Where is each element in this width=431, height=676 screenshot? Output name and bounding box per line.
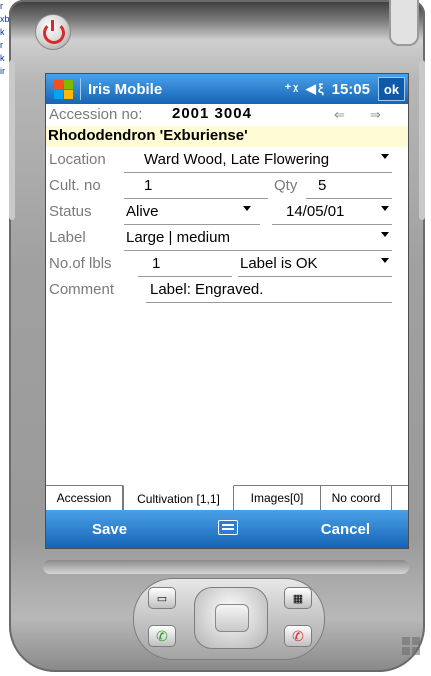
right-softkey-icon[interactable]: ▦ <box>284 587 312 609</box>
location-select[interactable]: Ward Wood, Late Flowering <box>144 151 380 168</box>
pda-device: Iris Mobile ⁺ᵡ ◀ξ 15:05 ok Accession no:… <box>9 0 425 672</box>
stylus-slot <box>389 0 419 46</box>
qty-label: Qty <box>274 177 298 194</box>
speaker-grille <box>43 560 409 574</box>
cult-no-label: Cult. no <box>49 177 101 194</box>
clock[interactable]: 15:05 <box>332 81 370 98</box>
no-of-labels-input[interactable]: 1 <box>152 255 160 272</box>
connectivity-volume-icons[interactable]: ⁺ᵡ ◀ξ <box>284 81 325 97</box>
location-row: Location Ward Wood, Late Flowering <box>46 147 408 173</box>
call-icon[interactable]: ✆ <box>148 625 176 647</box>
chevron-down-icon[interactable] <box>243 206 251 211</box>
label-status-select[interactable]: Label is OK <box>240 255 318 272</box>
windows-logo-icon <box>401 636 421 656</box>
status-row: Status Alive 14/05/01 <box>46 199 408 225</box>
softkey-bar: Save Cancel <box>46 510 408 548</box>
keyboard-icon[interactable] <box>218 520 238 535</box>
labels-count-row: No.of lbls 1 Label is OK <box>46 251 408 277</box>
left-softkey-icon[interactable]: ▭ <box>148 587 176 609</box>
end-call-icon[interactable]: ✆ <box>284 625 312 647</box>
tab-no-coord[interactable]: No coord <box>321 486 392 510</box>
label-select[interactable]: Large | medium <box>126 229 230 246</box>
tab-bar: Accession Cultivation [1,1] Images[0] No… <box>46 485 408 511</box>
status-label: Status <box>49 203 92 220</box>
form-content: Accession no: 2001 3004 ⇐ ⇒ Rhododendron… <box>46 104 408 303</box>
start-menu-icon[interactable] <box>52 78 74 100</box>
app-title: Iris Mobile <box>88 80 163 98</box>
label-label: Label <box>49 229 86 246</box>
side-button-right[interactable] <box>419 60 425 220</box>
chevron-down-icon[interactable] <box>381 232 389 237</box>
dpad[interactable] <box>194 587 268 649</box>
chevron-down-icon[interactable] <box>381 258 389 263</box>
accession-label: Accession no: <box>49 106 143 123</box>
dpad-center-button[interactable] <box>215 604 249 632</box>
comment-label: Comment <box>49 281 115 298</box>
cancel-softkey[interactable]: Cancel <box>321 521 370 538</box>
comment-row: Comment Label: Engraved. <box>46 277 408 303</box>
status-select[interactable]: Alive <box>126 203 159 220</box>
no-of-labels-label: No.of lbls <box>49 255 112 272</box>
comment-input[interactable]: Label: Engraved. <box>150 281 263 298</box>
title-bar: Iris Mobile ⁺ᵡ ◀ξ 15:05 ok <box>46 74 408 104</box>
hardware-keypad: ▭ ▦ ✆ ✆ <box>133 578 325 660</box>
device-screen: Iris Mobile ⁺ᵡ ◀ξ 15:05 ok Accession no:… <box>45 73 409 549</box>
cult-no-input[interactable]: 1 <box>144 177 152 194</box>
power-icon <box>43 22 65 44</box>
forward-arrow-icon[interactable]: ⇒ <box>370 107 381 123</box>
label-row: Label Large | medium <box>46 225 408 251</box>
plant-name: Rhododendron 'Exburiense' <box>46 126 408 147</box>
accession-number: 2001 3004 <box>172 105 252 122</box>
side-button-left[interactable] <box>9 60 15 220</box>
chevron-down-icon[interactable] <box>381 206 389 211</box>
back-arrow-icon[interactable]: ⇐ <box>334 107 345 123</box>
qty-input[interactable]: 5 <box>318 177 326 194</box>
power-button[interactable] <box>35 14 71 50</box>
tab-images[interactable]: Images[0] <box>234 486 321 510</box>
accession-row: Accession no: 2001 3004 ⇐ ⇒ <box>46 104 408 126</box>
ok-button[interactable]: ok <box>378 77 405 101</box>
chevron-down-icon[interactable] <box>381 154 389 159</box>
save-softkey[interactable]: Save <box>92 521 127 538</box>
tab-cultivation[interactable]: Cultivation [1,1] <box>123 485 234 511</box>
date-select[interactable]: 14/05/01 <box>286 203 344 220</box>
location-label: Location <box>49 151 106 168</box>
tab-accession[interactable]: Accession <box>46 486 123 510</box>
cult-qty-row: Cult. no 1 Qty 5 <box>46 173 408 199</box>
